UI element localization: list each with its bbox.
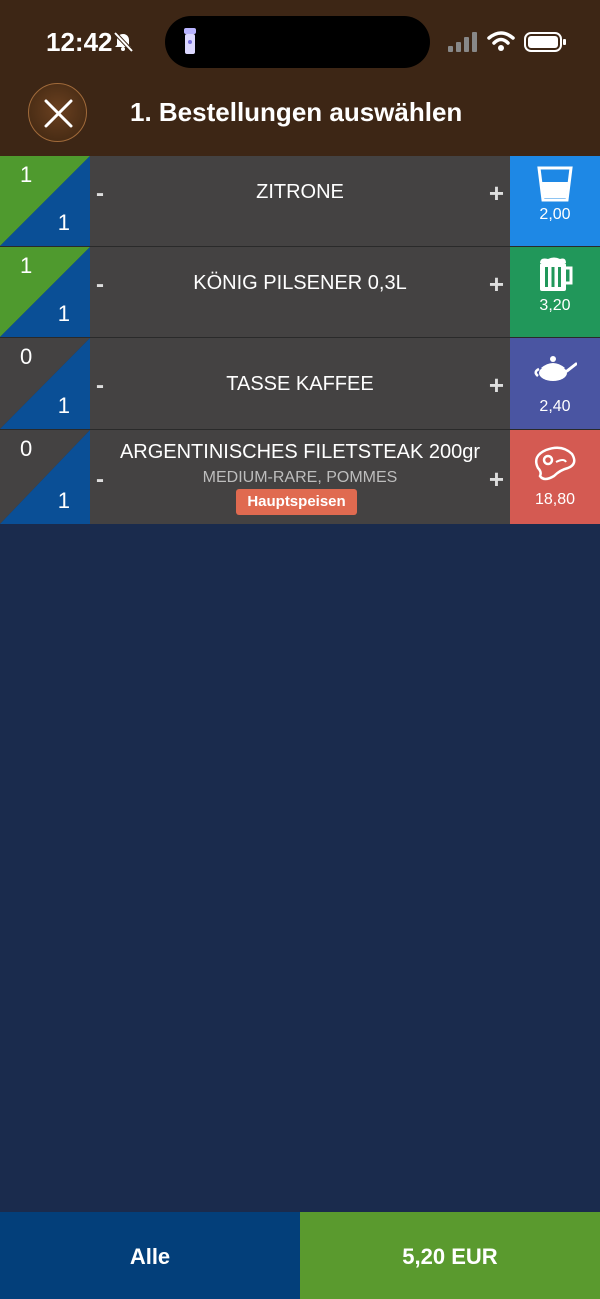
quantity-selected: 0: [20, 436, 33, 461]
category-badge: 2,00: [510, 156, 600, 246]
item-price: 2,40: [539, 398, 571, 415]
item-price: 3,20: [539, 297, 571, 314]
category-badge: 18,80: [510, 430, 600, 524]
quantity-selector[interactable]: 1 1: [0, 247, 90, 337]
quantity-total: 1: [57, 488, 70, 513]
order-row[interactable]: 1 1 - KÖNIG PILSENER 0,3L + 3,20: [0, 247, 600, 338]
steak-icon: [535, 446, 576, 481]
order-row[interactable]: 0 1 - TASSE KAFFEE + 2,40: [0, 338, 600, 430]
category-badge: 3,20: [510, 247, 600, 337]
increment-button[interactable]: +: [489, 370, 504, 401]
order-item-panel[interactable]: - ZITRONE +: [90, 156, 510, 246]
quantity-selector[interactable]: 0 1: [0, 338, 90, 429]
total-confirm-button[interactable]: 5,20 EUR: [300, 1212, 600, 1299]
quantity-split-graphic: [0, 338, 90, 429]
category-tag: Hauptspeisen: [236, 489, 357, 515]
cellular-signal-icon: [448, 32, 477, 52]
header-bar: 12:42 1. Bestellungen auswählen: [0, 0, 600, 156]
quantity-selected: 1: [20, 162, 33, 187]
dynamic-island: [165, 16, 430, 68]
category-badge: 2,40: [510, 338, 600, 429]
beer-mug-icon: [540, 257, 573, 291]
item-name: ZITRONE: [256, 181, 344, 203]
quantity-split-graphic: [0, 430, 90, 524]
quantity-split-graphic: [0, 247, 90, 337]
item-name: ARGENTINISCHES FILETSTEAK 200gr: [119, 441, 481, 463]
increment-button[interactable]: +: [489, 464, 504, 495]
quantity-selected: 0: [20, 344, 33, 369]
bottom-action-bar: Alle 5,20 EUR: [0, 1212, 600, 1299]
status-bar: 12:42: [0, 0, 600, 84]
quantity-selector[interactable]: 1 1: [0, 156, 90, 246]
close-button[interactable]: [28, 83, 87, 142]
order-item-panel[interactable]: - KÖNIG PILSENER 0,3L +: [90, 247, 510, 337]
increment-button[interactable]: +: [489, 178, 504, 209]
quantity-total: 1: [57, 301, 70, 326]
quantity-total: 1: [57, 393, 70, 418]
increment-button[interactable]: +: [489, 269, 504, 300]
teapot-icon: [534, 356, 577, 381]
quantity-split-graphic: [0, 156, 90, 246]
select-all-button[interactable]: Alle: [0, 1212, 300, 1299]
page-title: 1. Bestellungen auswählen: [130, 97, 463, 127]
glass-icon: [537, 166, 573, 202]
order-row[interactable]: 0 1 - ARGENTINISCHES FILETSTEAK 200gr ME…: [0, 430, 600, 524]
order-item-panel[interactable]: - ARGENTINISCHES FILETSTEAK 200gr MEDIUM…: [90, 430, 510, 524]
status-time: 12:42: [46, 27, 113, 57]
flashlight-icon: [184, 28, 196, 54]
wifi-icon: [487, 31, 515, 51]
item-price: 2,00: [539, 206, 571, 223]
quantity-selected: 1: [20, 253, 33, 278]
close-icon: [44, 99, 73, 128]
battery-icon: [524, 32, 566, 52]
item-name: TASSE KAFFEE: [226, 373, 374, 395]
order-item-panel[interactable]: - TASSE KAFFEE +: [90, 338, 510, 429]
bell-muted-icon: [113, 31, 134, 53]
quantity-selector[interactable]: 0 1: [0, 430, 90, 524]
item-name: KÖNIG PILSENER 0,3L: [193, 272, 407, 294]
order-list: 1 1 - ZITRONE + 2,00 1 1 - KÖNIG PILSENE…: [0, 156, 600, 524]
quantity-total: 1: [57, 210, 70, 235]
item-modifiers: MEDIUM-RARE, POMMES: [202, 469, 398, 486]
item-price: 18,80: [534, 491, 576, 508]
order-row[interactable]: 1 1 - ZITRONE + 2,00: [0, 156, 600, 247]
